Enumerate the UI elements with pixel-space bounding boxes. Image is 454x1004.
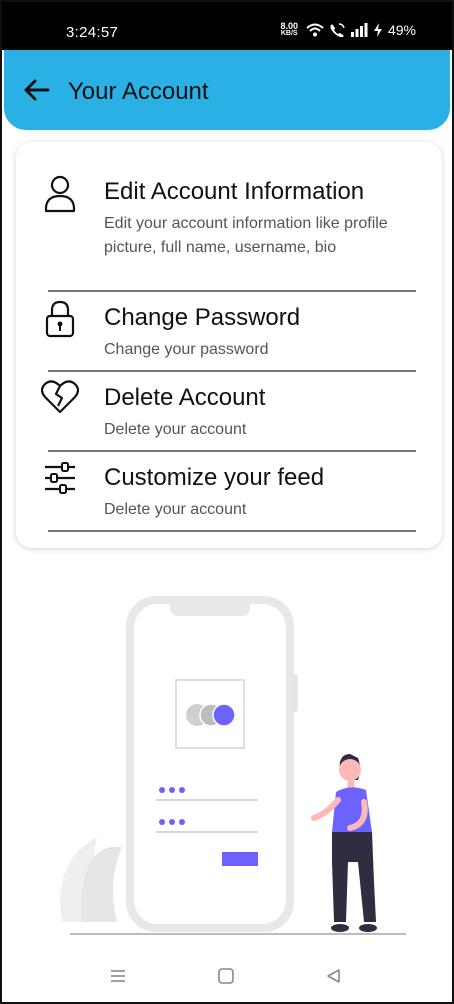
customize-feed-description: Delete your account <box>104 501 247 518</box>
status-icons: 8.00 KB/S 49% <box>280 22 416 39</box>
status-time: 3:24:57 <box>66 24 119 41</box>
back-button[interactable] <box>20 76 52 104</box>
delete-account-title: Delete Account <box>104 384 266 411</box>
change-password-item[interactable]: Change Password Change your password <box>16 292 442 372</box>
battery-level: 49% <box>387 22 416 38</box>
network-speed-value: 8.00 <box>280 21 298 31</box>
divider <box>48 530 416 532</box>
app-header: Your Account <box>4 50 450 130</box>
nav-back-button[interactable] <box>322 964 346 988</box>
delete-account-description: Delete your account <box>104 421 247 438</box>
network-speed-unit: KB/S <box>280 30 298 37</box>
delete-account-item[interactable]: Delete Account Delete your account <box>16 372 442 452</box>
call-icon <box>330 23 345 37</box>
edit-account-information-item[interactable]: Edit Account Information Edit your accou… <box>16 142 442 292</box>
arrow-left-icon <box>24 79 50 101</box>
home-button[interactable] <box>214 964 238 988</box>
signal-icon <box>350 23 368 37</box>
edit-account-information-title: Edit Account Information <box>104 178 365 205</box>
system-navigation-bar <box>2 952 452 1002</box>
wifi-icon <box>306 23 324 37</box>
change-password-title: Change Password <box>104 304 301 331</box>
sliders-icon <box>40 462 80 502</box>
user-icon <box>40 174 80 214</box>
account-options-card: Edit Account Information Edit your accou… <box>16 142 442 548</box>
menu-icon <box>111 970 125 982</box>
phone-illustration <box>126 596 298 932</box>
triangle-back-icon <box>327 969 340 983</box>
phone-login-illustration <box>2 562 452 952</box>
edit-account-information-description: Edit your account information like profi… <box>104 215 388 256</box>
broken-heart-icon <box>40 380 80 420</box>
customize-feed-item[interactable]: Customize your feed Delete your account <box>16 452 442 532</box>
lock-icon <box>40 300 80 340</box>
customize-feed-title: Customize your feed <box>104 464 325 491</box>
change-password-description: Change your password <box>104 341 269 358</box>
recents-button[interactable] <box>106 964 130 988</box>
charging-icon <box>373 23 382 37</box>
status-bar: 3:24:57 8.00 KB/S 49% <box>2 2 452 50</box>
person-illustration <box>311 754 377 932</box>
screen: 3:24:57 8.00 KB/S 49% Your Account Edit … <box>0 0 454 1004</box>
network-speed: 8.00 KB/S <box>280 22 298 38</box>
plant-decoration <box>60 837 122 922</box>
page-title: Your Account <box>68 78 209 105</box>
square-icon <box>218 968 234 984</box>
